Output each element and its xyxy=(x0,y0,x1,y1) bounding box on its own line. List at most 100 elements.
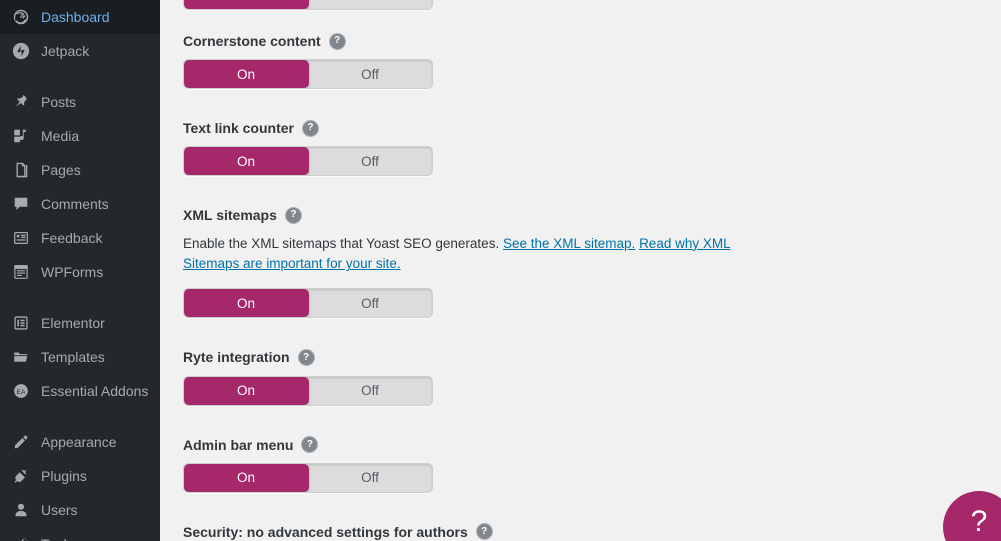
field-label-row: Text link counter ? xyxy=(183,119,1001,137)
field-label-row: XML sitemaps ? xyxy=(183,206,1001,224)
field-label: XML sitemaps xyxy=(183,207,277,224)
sidebar-item-label: Appearance xyxy=(41,434,117,450)
sidebar-item-label: Essential Addons xyxy=(41,383,149,399)
toggle-on-option[interactable]: On xyxy=(184,60,308,88)
field-label-row: Admin bar menu ? xyxy=(183,436,1001,454)
sidebar-item-elementor[interactable]: Elementor xyxy=(0,306,160,340)
field-text-link-counter: Text link counter ? On Off xyxy=(183,119,1001,177)
sidebar-item-label: WPForms xyxy=(41,264,104,280)
sidebar-item-plugins[interactable]: Plugins xyxy=(0,459,160,493)
toggle-on-option[interactable]: On xyxy=(184,377,308,405)
field-label: Admin bar menu xyxy=(183,436,294,453)
feedback-icon xyxy=(11,228,31,248)
help-icon[interactable]: ? xyxy=(302,120,318,136)
sidebar-item-jetpack[interactable]: Jetpack xyxy=(0,34,160,68)
wrench-icon xyxy=(11,534,31,541)
sidebar-item-wpforms[interactable]: WPForms xyxy=(0,255,160,289)
sidebar-item-label: Feedback xyxy=(41,230,103,246)
toggle-on-option[interactable]: On xyxy=(184,464,308,492)
sidebar-item-label: Jetpack xyxy=(41,43,90,59)
essential-addons-icon: EA xyxy=(11,381,31,401)
elementor-icon xyxy=(11,313,31,333)
settings-content-area: On Off Cornerstone content ? On Off Text xyxy=(160,0,1001,541)
sidebar-group-site: Appearance Plugins Users Tools xyxy=(0,425,160,541)
sidebar-item-tools[interactable]: Tools xyxy=(0,527,160,541)
sidebar-item-label: Tools xyxy=(41,537,74,541)
sidebar-item-label: Media xyxy=(41,128,80,144)
help-icon[interactable]: ? xyxy=(302,437,318,453)
help-icon[interactable]: ? xyxy=(476,524,492,540)
sidebar-separator xyxy=(0,68,160,85)
sidebar-item-label: Users xyxy=(41,502,78,518)
sidebar-item-label: Posts xyxy=(41,94,77,110)
sidebar-group-main: Dashboard Jetpack xyxy=(0,0,160,68)
sidebar-item-label: Templates xyxy=(41,349,105,365)
toggle-cornerstone-content[interactable]: On Off xyxy=(183,59,433,90)
sidebar-item-essential-addons[interactable]: EA Essential Addons xyxy=(0,374,160,408)
field-cornerstone-content: Cornerstone content ? On Off xyxy=(183,32,1001,90)
sidebar-item-templates[interactable]: Templates xyxy=(0,340,160,374)
field-label: Ryte integration xyxy=(183,349,290,366)
field-label: Security: no advanced settings for autho… xyxy=(183,523,468,540)
sidebar-item-posts[interactable]: Posts xyxy=(0,85,160,119)
comments-icon xyxy=(11,194,31,214)
toggle-off-option[interactable]: Off xyxy=(308,60,432,88)
sidebar-item-users[interactable]: Users xyxy=(0,493,160,527)
toggle-on-option[interactable]: On xyxy=(184,0,308,9)
sidebar-item-comments[interactable]: Comments xyxy=(0,187,160,221)
toggle-text-link-counter[interactable]: On Off xyxy=(183,146,433,177)
wpforms-icon xyxy=(11,262,31,282)
sidebar-separator xyxy=(0,408,160,425)
folder-icon xyxy=(11,347,31,367)
user-icon xyxy=(11,500,31,520)
sidebar-item-label: Pages xyxy=(41,162,81,178)
sidebar-item-feedback[interactable]: Feedback xyxy=(0,221,160,255)
help-icon[interactable]: ? xyxy=(285,207,301,223)
toggle-off-option[interactable]: Off xyxy=(308,147,432,175)
jetpack-icon xyxy=(11,41,31,61)
field-label: Text link counter xyxy=(183,120,294,137)
see-xml-sitemap-link[interactable]: See the XML sitemap. xyxy=(503,236,635,251)
field-ryte-integration: Ryte integration ? On Off xyxy=(183,348,1001,406)
toggle-on-option[interactable]: On xyxy=(184,147,308,175)
field-label-row: Security: no advanced settings for autho… xyxy=(183,523,1001,541)
toggle-off-option[interactable]: Off xyxy=(308,289,432,317)
field-label: Cornerstone content xyxy=(183,33,321,49)
sidebar-group-content: Posts Media Pages Comments Feedback WPFo… xyxy=(0,85,160,289)
field-security-authors: Security: no advanced settings for autho… xyxy=(183,523,1001,541)
toggle-admin-bar-menu[interactable]: On Off xyxy=(183,462,433,493)
toggle-off-option[interactable]: Off xyxy=(308,0,432,9)
pages-icon xyxy=(11,160,31,180)
toggle-off-option[interactable]: Off xyxy=(308,464,432,492)
description-text: Enable the XML sitemaps that Yoast SEO g… xyxy=(183,235,500,251)
field-label-row: Ryte integration ? xyxy=(183,348,1001,366)
sidebar-item-dashboard[interactable]: Dashboard xyxy=(0,0,160,34)
sidebar-item-label: Elementor xyxy=(41,315,105,331)
help-icon[interactable]: ? xyxy=(298,350,314,365)
toggle-off-option[interactable]: Off xyxy=(308,377,432,405)
sidebar-item-label: Dashboard xyxy=(41,9,110,25)
sidebar-item-label: Plugins xyxy=(41,468,87,484)
help-icon[interactable]: ? xyxy=(329,33,345,49)
sidebar-separator xyxy=(0,289,160,306)
sidebar-item-appearance[interactable]: Appearance xyxy=(0,425,160,459)
plug-icon xyxy=(11,466,31,486)
dashboard-icon xyxy=(11,7,31,27)
brush-icon xyxy=(11,432,31,452)
sidebar-group-plugins: Elementor Templates EA Essential Addons xyxy=(0,306,160,408)
sidebar-item-pages[interactable]: Pages xyxy=(0,153,160,187)
wp-admin-sidebar: Dashboard Jetpack Posts Media Pages Comm… xyxy=(0,0,160,541)
pin-icon xyxy=(11,92,31,112)
toggle-ryte-integration[interactable]: On Off xyxy=(183,375,433,406)
yoast-seo-general-settings-screen: Dashboard Jetpack Posts Media Pages Comm… xyxy=(0,0,1001,541)
toggle-on-option[interactable]: On xyxy=(184,289,308,317)
field-xml-sitemaps: XML sitemaps ? Enable the XML sitemaps t… xyxy=(183,206,1001,319)
field-admin-bar-menu: Admin bar menu ? On Off xyxy=(183,436,1001,493)
media-icon xyxy=(11,126,31,146)
field-description: Enable the XML sitemaps that Yoast SEO g… xyxy=(183,234,783,276)
svg-text:EA: EA xyxy=(17,389,26,396)
toggle-xml-sitemaps[interactable]: On Off xyxy=(183,288,433,319)
sidebar-item-label: Comments xyxy=(41,196,109,212)
sidebar-item-media[interactable]: Media xyxy=(0,119,160,153)
toggle-above-cornerstone[interactable]: On Off xyxy=(183,0,433,10)
